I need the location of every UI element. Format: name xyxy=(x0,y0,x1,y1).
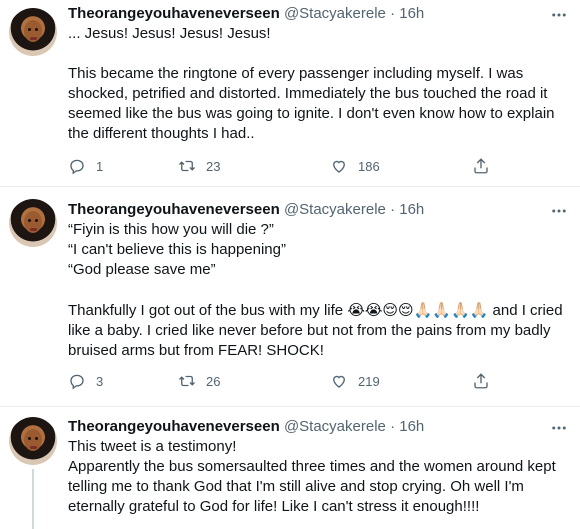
timestamp[interactable]: 16h xyxy=(399,5,424,22)
action-bar: 3 26 219 xyxy=(68,372,508,392)
like-button[interactable]: 219 xyxy=(330,372,380,390)
user-handle[interactable]: @Stacyakerele xyxy=(284,5,386,22)
reply-count: 1 xyxy=(96,158,104,174)
tweet-header: Theorangeyouhaveneverseen @Stacyakerele … xyxy=(68,417,424,437)
reply-icon xyxy=(70,374,84,390)
reply-button[interactable]: 3 xyxy=(68,372,103,390)
heart-icon xyxy=(333,375,345,388)
retweet-icon xyxy=(179,375,195,387)
display-name[interactable]: Theorangeyouhaveneverseen xyxy=(68,418,280,435)
separator-dot: · xyxy=(390,5,396,22)
tweet-text: ... Jesus! Jesus! Jesus! Jesus! This bec… xyxy=(68,24,568,144)
tweet[interactable]: Theorangeyouhaveneverseen @Stacyakerele … xyxy=(0,187,580,406)
avatar[interactable] xyxy=(9,8,57,56)
share-icon xyxy=(474,158,488,174)
emoji-sequence: 😭😭😌😌🙏🏻🙏🏻🙏🏻🙏🏻 xyxy=(347,301,489,319)
action-bar: 1 23 186 xyxy=(68,157,508,177)
like-count: 186 xyxy=(358,158,380,174)
reply-button[interactable]: 1 xyxy=(68,157,103,175)
tweet-paragraph: This became the ringtone of every passen… xyxy=(68,65,555,142)
avatar[interactable] xyxy=(9,199,57,247)
like-count: 219 xyxy=(358,373,380,389)
separator-dot: · xyxy=(390,418,396,435)
more-icon[interactable] xyxy=(550,202,568,220)
tweet-header: Theorangeyouhaveneverseen @Stacyakerele … xyxy=(68,4,424,24)
tweet-line: “Fiyin is this how you will die ?” xyxy=(68,221,274,238)
tweet-line: “God please save me” xyxy=(68,261,216,278)
tweet-text: “Fiyin is this how you will die ?” “I ca… xyxy=(68,220,568,361)
tweet-header: Theorangeyouhaveneverseen @Stacyakerele … xyxy=(68,200,424,220)
tweet-text: This tweet is a testimony! Apparently th… xyxy=(68,437,568,517)
retweet-button[interactable]: 23 xyxy=(178,157,220,175)
tweet-line: “I can't believe this is happening” xyxy=(68,241,286,258)
tweet-paragraph: Thankfully I got out of the bus with my … xyxy=(68,300,568,361)
separator-dot: · xyxy=(390,201,396,218)
reply-count: 3 xyxy=(96,373,104,389)
more-icon[interactable] xyxy=(550,419,568,437)
avatar[interactable] xyxy=(9,417,57,465)
tweet-paragraph: ... Jesus! Jesus! Jesus! Jesus! xyxy=(68,25,271,42)
share-icon xyxy=(474,373,488,389)
tweet[interactable]: Theorangeyouhaveneverseen @Stacyakerele … xyxy=(0,0,580,186)
timestamp[interactable]: 16h xyxy=(399,418,424,435)
retweet-icon xyxy=(179,160,195,172)
display-name[interactable]: Theorangeyouhaveneverseen xyxy=(68,5,280,22)
retweet-count: 23 xyxy=(206,158,221,174)
reply-icon xyxy=(70,159,84,175)
timestamp[interactable]: 16h xyxy=(399,201,424,218)
user-handle[interactable]: @Stacyakerele xyxy=(284,201,386,218)
tweet-line: This tweet is a testimony! xyxy=(68,438,237,455)
user-handle[interactable]: @Stacyakerele xyxy=(284,418,386,435)
like-button[interactable]: 186 xyxy=(330,157,380,175)
more-icon[interactable] xyxy=(550,6,568,24)
share-button[interactable] xyxy=(472,157,500,175)
display-name[interactable]: Theorangeyouhaveneverseen xyxy=(68,201,280,218)
heart-icon xyxy=(333,160,345,173)
thread-connector xyxy=(32,469,34,529)
tweet[interactable]: Theorangeyouhaveneverseen @Stacyakerele … xyxy=(0,407,580,529)
share-button[interactable] xyxy=(472,372,500,390)
retweet-button[interactable]: 26 xyxy=(178,372,220,390)
retweet-count: 26 xyxy=(206,373,221,389)
tweet-paragraph: Apparently the bus somersaulted three ti… xyxy=(68,458,556,515)
tweet-text-segment: Thankfully I got out of the bus with my … xyxy=(68,302,348,319)
